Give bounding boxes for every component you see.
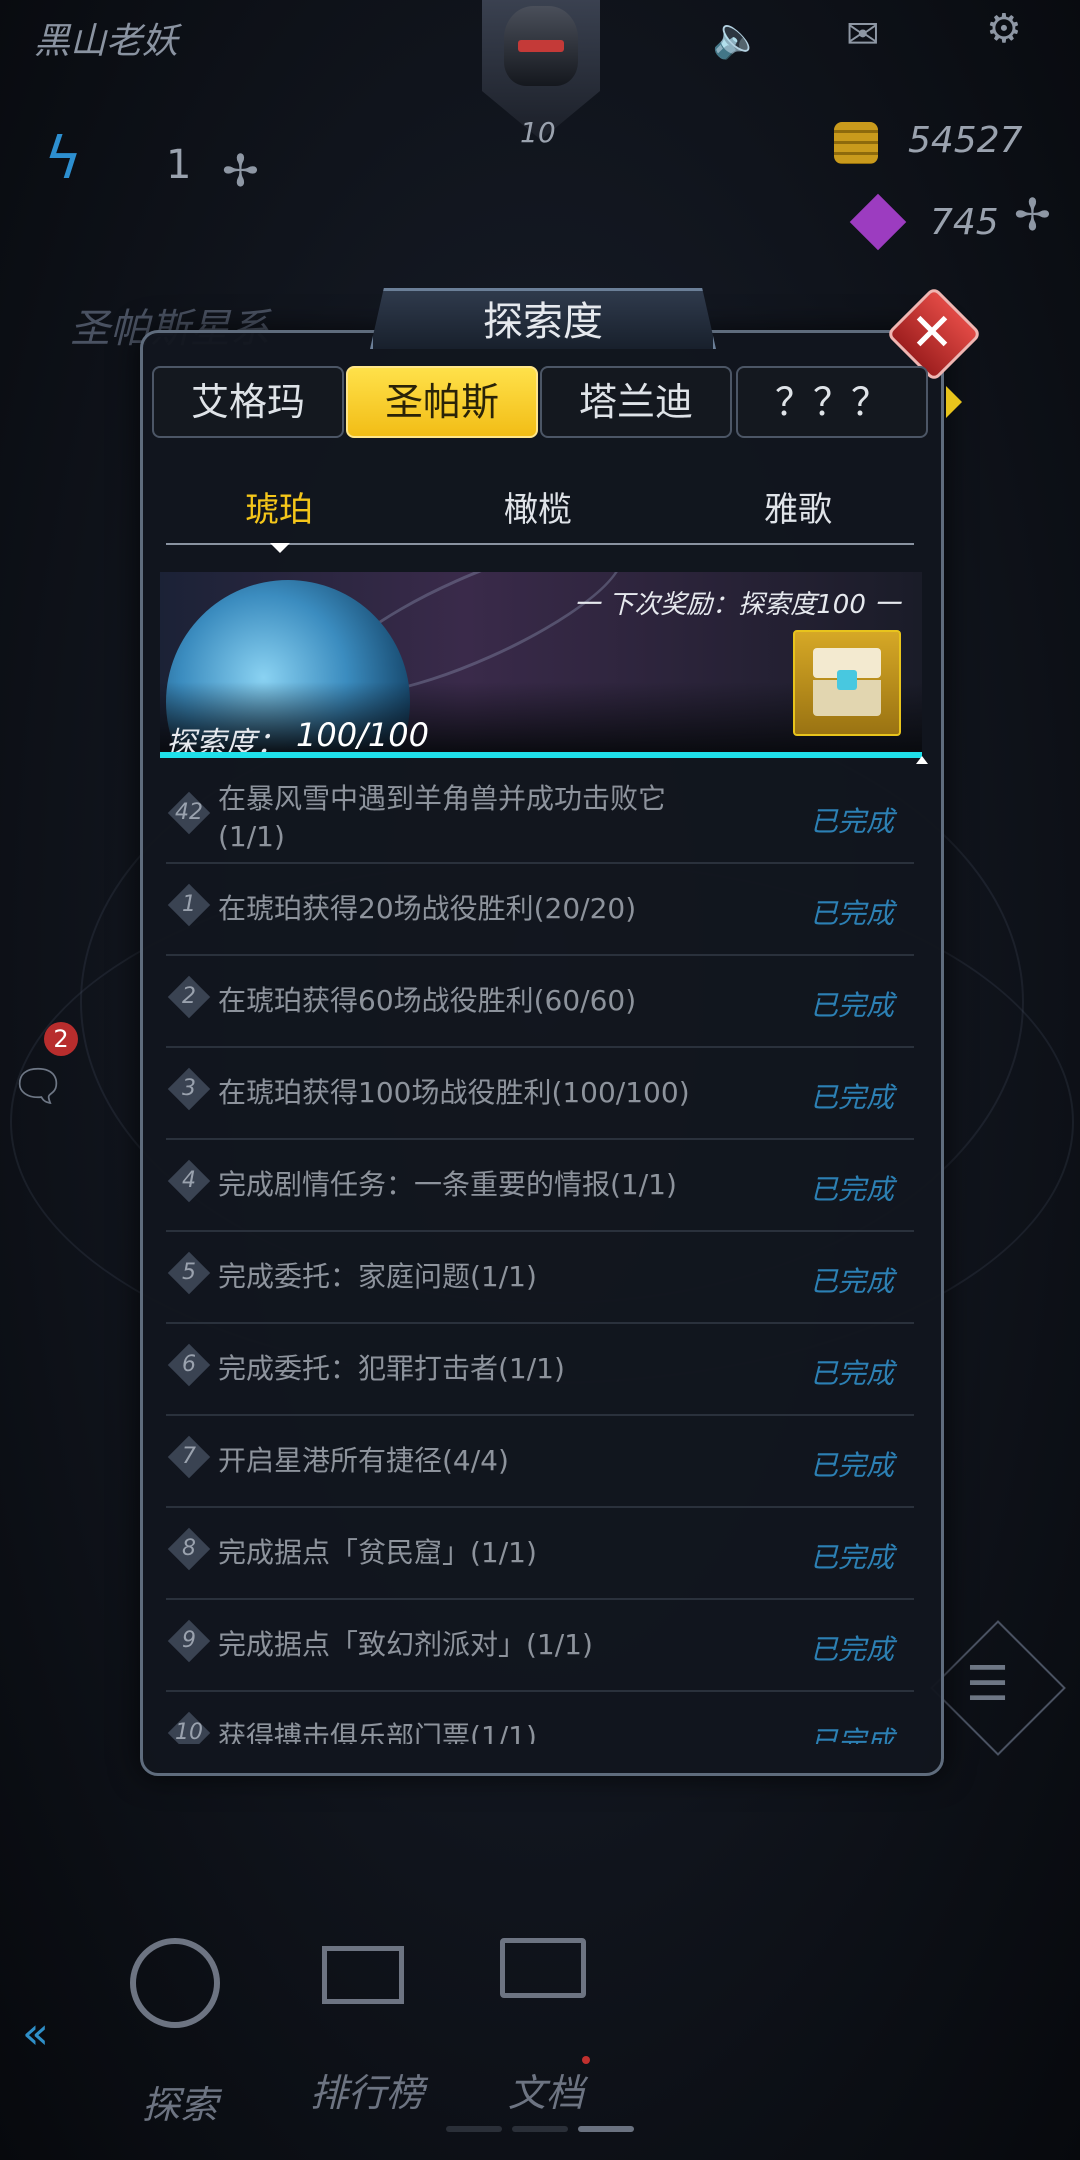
visor-icon [518,40,564,52]
task-status: 已完成 [809,1541,894,1574]
task-number: 7 [182,1444,196,1469]
modal-title: 探索度 [370,288,716,349]
task-row: 7 开启星港所有捷径(4/4) 已完成 [166,1414,914,1508]
player-name[interactable]: 黑山老妖 [34,12,178,64]
energy-value: 1 [166,142,192,188]
task-number: 4 [182,1168,196,1193]
coin-value: 54527 [908,120,1023,161]
task-status: 已完成 [809,805,894,838]
task-number: 2 [182,984,196,1009]
tab-shengpasi[interactable]: 圣帕斯 [346,366,538,438]
compass-icon[interactable] [130,1938,220,2028]
coin-icon [834,122,878,164]
task-text: 完成委托：犯罪打击者(1/1) [218,1352,565,1385]
task-text: 获得搏击俱乐部门票(1/1) [218,1720,537,1744]
next-tab-arrow-icon[interactable] [946,386,962,418]
task-status: 已完成 [809,1081,894,1114]
player-level: 10 [520,116,556,149]
reward-chest-icon[interactable] [793,630,901,736]
progress-cap-icon [916,756,928,764]
chat-badge: 2 [44,1022,78,1056]
task-row: 2 在琥珀获得60场战役胜利(60/60) 已完成 [166,954,914,1048]
task-status: 已完成 [809,897,894,930]
task-row: 9 完成据点「致幻剂派对」(1/1) 已完成 [166,1598,914,1692]
task-status: 已完成 [809,1725,894,1744]
task-row: 42 在暴风雪中遇到羊角兽并成功击败它(1/1) 已完成 [166,770,914,864]
nav-explore-label[interactable]: 探索 [142,2074,218,2129]
notification-dot [582,2056,590,2064]
task-number: 3 [182,1076,196,1101]
task-number: 6 [182,1352,196,1377]
task-number: 42 [175,800,203,825]
subtab-amber[interactable]: 琥珀 [245,482,313,531]
nav-ranking-label[interactable]: 排行榜 [310,2062,424,2117]
task-status: 已完成 [809,1265,894,1298]
task-text: 开启星港所有捷径(4/4) [218,1444,509,1477]
task-text: 完成委托：家庭问题(1/1) [218,1260,537,1293]
task-row: 10 获得搏击俱乐部门票(1/1) 已完成 [166,1690,914,1744]
task-list[interactable]: 42 在暴风雪中遇到羊角兽并成功击败它(1/1) 已完成 1 在琥珀获得20场战役胜利(… [166,770,914,1744]
subtab-pointer-icon [270,543,290,553]
task-status: 已完成 [809,989,894,1022]
task-status: 已完成 [809,1173,894,1206]
gem-icon [849,193,907,251]
task-number: 5 [182,1260,196,1285]
back-arrows-icon[interactable]: « [22,2008,49,2059]
next-reward-text: 一 下次奖励：探索度100 一 [574,590,901,620]
task-text: 在琥珀获得20场战役胜利(20/20) [218,892,637,925]
gem-value: 745 [930,202,999,243]
task-row: 5 完成委托：家庭问题(1/1) 已完成 [166,1230,914,1324]
task-row: 6 完成委托：犯罪打击者(1/1) 已完成 [166,1322,914,1416]
tab-aigema[interactable]: 艾格玛 [152,366,344,438]
task-number: 9 [182,1628,196,1653]
task-row: 8 完成据点「贫民窟」(1/1) 已完成 [166,1506,914,1600]
gear-icon[interactable]: ⚙ [986,6,1022,52]
task-text: 在琥珀获得100场战役胜利(100/100) [218,1076,690,1109]
mail-icon[interactable]: ✉ [846,12,880,58]
close-icon[interactable]: ✕ [910,300,954,366]
task-text: 完成据点「贫民窟」(1/1) [218,1536,537,1569]
task-row: 3 在琥珀获得100场战役胜利(100/100) 已完成 [166,1046,914,1140]
chat-icon[interactable]: 🗨 [10,1060,66,1112]
fan-icon[interactable]: ✢ [222,146,259,197]
task-text: 在暴风雪中遇到羊角兽并成功击败它(1/1) [218,782,667,853]
podium-icon[interactable] [322,1946,404,2004]
explore-progress-fill [160,752,922,758]
tab-unknown[interactable]: ？？？ [736,366,928,438]
subtab-olive[interactable]: 橄榄 [504,482,572,531]
tab-talandi[interactable]: 塔兰迪 [540,366,732,438]
explore-value: 100/100 [296,716,429,754]
subtab-yage[interactable]: 雅歌 [764,482,832,531]
task-text: 在琥珀获得60场战役胜利(60/60) [218,984,637,1017]
task-text: 完成据点「致幻剂派对」(1/1) [218,1628,593,1661]
checklist-icon: ☰ [966,1656,1010,1712]
speaker-icon[interactable]: 🔈 [712,14,762,61]
task-status: 已完成 [809,1449,894,1482]
task-number: 10 [175,1720,203,1744]
task-status: 已完成 [809,1633,894,1666]
task-status: 已完成 [809,1357,894,1390]
task-number: 1 [182,892,196,917]
task-number: 8 [182,1536,196,1561]
task-row: 4 完成剧情任务：一条重要的情报(1/1) 已完成 [166,1138,914,1232]
fan-icon[interactable]: ✢ [1014,190,1051,241]
nav-document-label[interactable]: 文档 [508,2062,584,2117]
task-row: 1 在琥珀获得20场战役胜利(20/20) 已完成 [166,862,914,956]
energy-icon: ϟ [44,124,83,192]
document-icon[interactable] [500,1938,586,1998]
task-text: 完成剧情任务：一条重要的情报(1/1) [218,1168,677,1201]
